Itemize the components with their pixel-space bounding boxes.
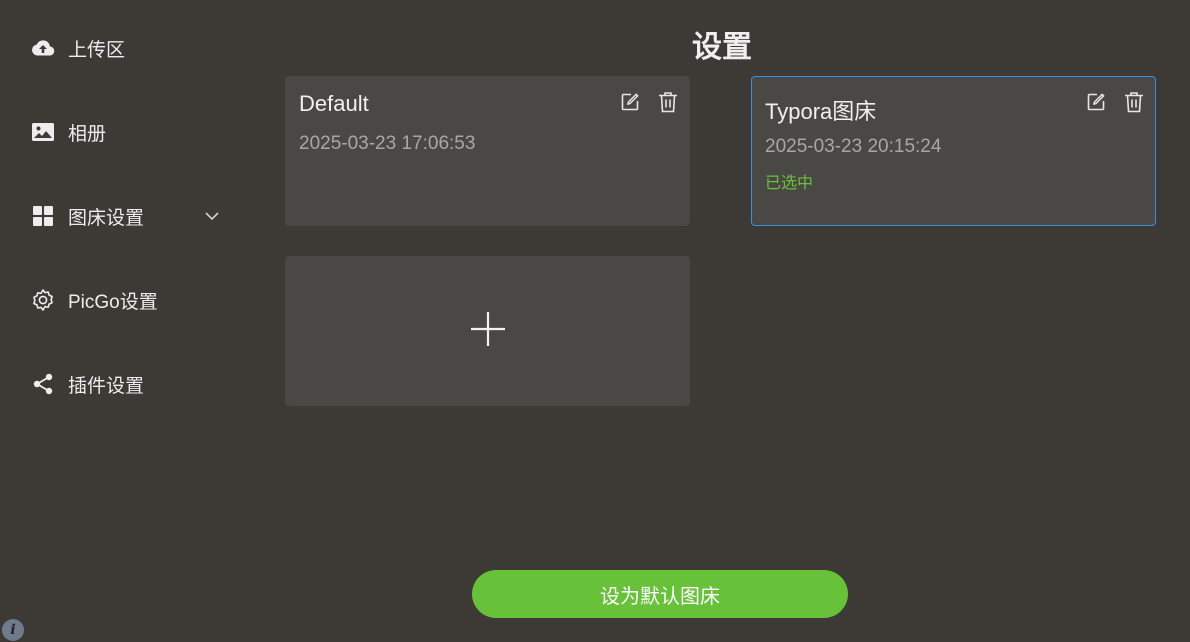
config-name: Default [299,91,369,116]
edit-icon[interactable] [1085,91,1107,113]
config-date: 2025-03-23 17:06:53 [299,133,476,154]
image-icon [30,119,56,145]
sidebar-item-label: PicGo设置 [68,291,158,313]
add-config-button[interactable] [285,256,690,406]
sidebar-item-label: 插件设置 [68,375,145,397]
config-card-typora[interactable]: Typora图床 2025-03-23 20:15:24 已选中 [751,76,1156,226]
config-date: 2025-03-23 20:15:24 [765,136,942,157]
set-default-button[interactable]: 设为默认图床 [472,570,848,618]
sidebar-item-label: 相册 [68,123,107,145]
sidebar-item-album[interactable]: 相册 [30,117,106,147]
delete-icon[interactable] [1123,91,1145,113]
edit-icon[interactable] [619,91,641,113]
info-icon[interactable]: i [2,619,24,641]
grid-icon [30,203,56,229]
page-title: 设置 [692,31,752,64]
config-name: Typora图床 [765,99,877,124]
sidebar: 上传区 相册 图床设置 PicGo设置 插件设置 [0,0,260,642]
chevron-down-icon[interactable] [204,208,220,224]
sidebar-item-picbed-settings[interactable]: 图床设置 [30,201,230,231]
app-window: 上传区 相册 图床设置 PicGo设置 插件设置 设置 Default 2025… [0,0,1190,642]
sidebar-item-picgo-settings[interactable]: PicGo设置 [30,285,158,315]
share-icon [30,371,56,397]
selected-status: 已选中 [765,175,814,192]
gear-icon [30,287,56,313]
config-card-default[interactable]: Default 2025-03-23 17:06:53 [285,76,690,226]
sidebar-item-label: 图床设置 [68,207,145,229]
delete-icon[interactable] [657,91,679,113]
sidebar-item-plugin-settings[interactable]: 插件设置 [30,369,144,399]
plus-icon [470,311,506,352]
